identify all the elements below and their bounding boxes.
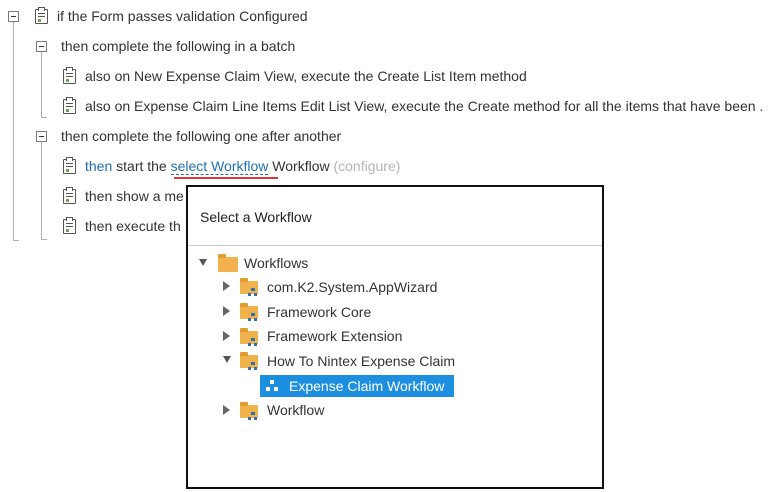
tree-node-appwizard[interactable]: com.K2.System.AppWizard — [267, 278, 437, 296]
rule-icon — [63, 97, 76, 114]
tree-node-workflow[interactable]: Workflow — [267, 401, 324, 419]
rule-execute[interactable]: then execute th — [85, 217, 181, 235]
dialog-divider — [188, 245, 602, 246]
collapse-toggle-icon[interactable] — [8, 11, 19, 22]
start-the-text: start the — [112, 158, 171, 174]
rule-show-message[interactable]: then show a me — [85, 187, 184, 205]
collapse-toggle-icon[interactable] — [36, 41, 47, 52]
selection-underline — [174, 177, 278, 179]
expand-arrow-right-icon[interactable] — [223, 281, 230, 291]
tree-line-root-end — [13, 240, 19, 241]
rule-sequence[interactable]: then complete the following one after an… — [61, 127, 341, 145]
workflow-overlay-icon — [248, 313, 258, 322]
expand-arrow-right-icon[interactable] — [223, 306, 230, 316]
rule-create-method-items[interactable]: also on Expense Claim Line Items Edit Li… — [85, 97, 763, 115]
collapse-toggle-icon[interactable] — [36, 131, 47, 142]
workflow-overlay-icon — [248, 362, 258, 371]
tree-line-sequence — [41, 141, 42, 240]
expand-arrow-down-icon[interactable] — [199, 259, 207, 266]
rule-if-form-valid[interactable]: if the Form passes validation Configured — [57, 7, 308, 25]
folder-icon — [218, 254, 238, 272]
expand-arrow-right-icon[interactable] — [223, 331, 230, 341]
rule-icon — [63, 217, 76, 234]
select-workflow-link[interactable]: select Workflow — [170, 158, 269, 175]
rule-start-workflow: then start the select Workflow Workflow … — [85, 157, 400, 175]
workflow-text: Workflow — [268, 158, 334, 174]
tree-node-framework-extension[interactable]: Framework Extension — [267, 327, 402, 345]
rule-icon — [63, 157, 76, 174]
workflow-overlay-icon — [248, 412, 258, 421]
tree-node-expense-claim-workflow[interactable]: Expense Claim Workflow — [289, 377, 444, 395]
workflow-item-icon — [266, 380, 278, 392]
tree-node-nintex-expense-claim[interactable]: How To Nintex Expense Claim — [267, 352, 455, 370]
select-workflow-dialog: Select a Workflow Workflows com.K2.Syste… — [186, 185, 604, 489]
tree-line-root — [13, 21, 14, 241]
then-link[interactable]: then — [85, 158, 112, 174]
tree-node-framework-core[interactable]: Framework Core — [267, 303, 371, 321]
tree-line-batch — [41, 51, 42, 118]
rule-icon — [35, 7, 48, 24]
rule-icon — [63, 67, 76, 84]
expand-arrow-down-icon[interactable] — [223, 356, 231, 363]
tree-node-workflows[interactable]: Workflows — [244, 254, 308, 272]
workflow-overlay-icon — [248, 288, 258, 297]
dialog-title: Select a Workflow — [200, 209, 312, 225]
tree-line-sequence-end — [41, 239, 47, 240]
expand-arrow-right-icon[interactable] — [223, 405, 230, 415]
rule-create-list-item[interactable]: also on New Expense Claim View, execute … — [85, 67, 527, 85]
workflow-overlay-icon — [248, 338, 258, 347]
configure-link[interactable]: (configure) — [333, 158, 400, 174]
rule-icon — [63, 187, 76, 204]
tree-line-batch-end — [41, 117, 47, 118]
rule-batch[interactable]: then complete the following in a batch — [61, 37, 295, 55]
